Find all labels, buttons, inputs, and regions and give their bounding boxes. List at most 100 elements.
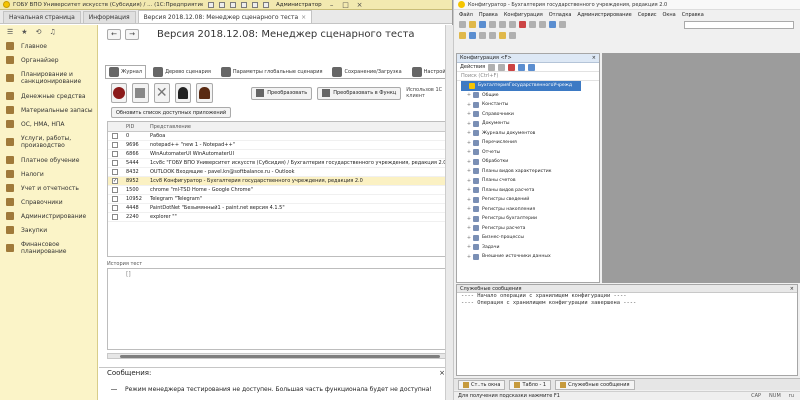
calc-icon[interactable] [252, 1, 258, 8]
tree-item[interactable]: + Общие [457, 91, 599, 101]
expand-icon[interactable]: + [465, 206, 473, 212]
menu-debug[interactable]: Отладка [549, 12, 572, 18]
user-button[interactable] [174, 83, 192, 103]
convert-button[interactable]: Преобразовать [251, 86, 313, 100]
tree-item[interactable]: + Константы [457, 100, 599, 110]
tree-search-input[interactable]: Поиск (Ctrl+F) [457, 72, 599, 81]
row-checkbox[interactable] [112, 151, 118, 157]
syntax-check-icon[interactable] [509, 32, 516, 39]
expand-icon[interactable]: + [465, 111, 473, 117]
run-debug-icon[interactable] [489, 32, 496, 39]
forward-button[interactable]: → [125, 28, 139, 40]
run-enterprise-icon[interactable] [499, 32, 506, 39]
expand-icon[interactable]: + [465, 235, 473, 241]
menu-icon[interactable]: ☰ [7, 28, 13, 36]
save-icon[interactable] [479, 21, 486, 28]
sidebar-item-money[interactable]: Денежные средства [0, 89, 97, 103]
tab-test-manager[interactable]: Версия 2018.12.08: Менеджер сценарного т… [137, 10, 313, 23]
column-header-pid[interactable]: PID [122, 124, 150, 130]
message-item[interactable]: Режим менеджера тестирования не доступен… [107, 383, 451, 395]
horizontal-scrollbar[interactable] [107, 353, 451, 359]
tab-scenario-tree[interactable]: Дерево сценария [150, 65, 214, 78]
tab-board[interactable]: Табло - 1 [509, 379, 552, 390]
tree-item[interactable]: + Планы видов расчета [457, 186, 599, 196]
bell-icon[interactable]: ♫ [49, 28, 55, 36]
favorites-icon[interactable] [241, 1, 247, 8]
sidebar-item-admin[interactable]: Администрирование [0, 209, 97, 223]
tree-item[interactable]: + Перечисления [457, 138, 599, 148]
sidebar-item-taxes[interactable]: Налоги [0, 167, 97, 181]
expand-icon[interactable]: + [465, 225, 473, 231]
row-checkbox[interactable] [112, 196, 118, 202]
convert-to-function-button[interactable]: Преобразовать в Функц [317, 86, 402, 100]
cut-icon[interactable] [489, 21, 496, 28]
table-row[interactable]: 10952 Telegram "Telegram" [108, 195, 450, 204]
sidebar-item-stock[interactable]: Материальные запасы [0, 103, 97, 117]
expand-icon[interactable]: + [465, 130, 473, 136]
delete-icon[interactable] [519, 21, 526, 28]
open-icon[interactable] [469, 21, 476, 28]
new-icon[interactable] [459, 21, 466, 28]
sidebar-item-services[interactable]: Услуги, работы, производство [0, 131, 97, 153]
star-icon[interactable]: ★ [21, 28, 27, 36]
copy-icon[interactable] [499, 21, 506, 28]
refresh-apps-button[interactable]: Обновить список доступных приложений [111, 107, 232, 118]
tree-root-item[interactable]: − БухгалтерияГосударственногоУчрежд [461, 81, 581, 91]
scrollbar-thumb[interactable] [120, 355, 440, 358]
tree-item[interactable]: + Регистры бухгалтерии [457, 214, 599, 224]
close-icon[interactable]: × [356, 1, 364, 9]
collapse-icon[interactable]: − [461, 83, 469, 89]
config-open-icon[interactable] [459, 32, 466, 39]
expand-icon[interactable]: + [465, 102, 473, 108]
expand-icon[interactable]: + [465, 178, 473, 184]
sidebar-item-finplan[interactable]: Финансовое планирование [0, 237, 97, 259]
tab-save-load[interactable]: Сохранение/Загрузка [329, 65, 404, 78]
tree-item[interactable]: + Регистры сведений [457, 195, 599, 205]
tree-item[interactable]: + Задачи [457, 243, 599, 253]
table-row[interactable]: 5444 1cv8c "ГОБУ ВПО Университет искусств… [108, 159, 450, 168]
tab-settings[interactable]: Настрой [409, 65, 449, 78]
redo-icon[interactable] [539, 21, 546, 28]
tab-global-params[interactable]: Параметры глобальные сценария [218, 65, 326, 78]
add-icon[interactable] [488, 63, 496, 71]
menu-file[interactable]: Файл [459, 12, 473, 18]
undo-icon[interactable] [529, 21, 536, 28]
save-icon[interactable] [208, 1, 214, 8]
expand-icon[interactable]: + [465, 159, 473, 165]
expand-icon[interactable]: + [465, 140, 473, 146]
download-button[interactable] [132, 83, 149, 103]
row-checkbox[interactable]: ✓ [112, 178, 118, 184]
row-checkbox[interactable] [112, 160, 118, 166]
sidebar-item-organizer[interactable]: Органайзер [0, 53, 97, 67]
tree-item[interactable]: + Обработки [457, 157, 599, 167]
menu-help[interactable]: Справка [682, 12, 704, 18]
tab-info[interactable]: Информация [82, 11, 136, 23]
config-compare-icon[interactable] [479, 32, 486, 39]
calendar-icon[interactable] [263, 1, 269, 8]
tree-item[interactable]: + Планы видов характеристик [457, 167, 599, 177]
sidebar-item-education[interactable]: Платное обучение [0, 153, 97, 167]
sidebar-item-main[interactable]: Главное [0, 39, 97, 53]
tab-journal[interactable]: Журнал [105, 65, 147, 78]
table-row[interactable]: 2240 explorer "" [108, 213, 450, 222]
row-checkbox[interactable] [112, 142, 118, 148]
edit-icon[interactable] [498, 63, 506, 71]
minimize-icon[interactable]: – [328, 1, 336, 9]
find-icon[interactable] [549, 21, 556, 28]
back-button[interactable]: ← [107, 28, 121, 40]
row-checkbox[interactable] [112, 133, 118, 139]
history-icon[interactable] [230, 1, 236, 8]
close-tab-icon[interactable]: × [301, 14, 306, 21]
tree-item[interactable]: + Документы [457, 119, 599, 129]
row-checkbox[interactable] [112, 169, 118, 175]
sidebar-item-catalogs[interactable]: Справочники [0, 195, 97, 209]
tree-item[interactable]: + Регистры накопления [457, 205, 599, 215]
search-input[interactable] [684, 20, 794, 29]
tree-item[interactable]: + Бизнес-процессы [457, 233, 599, 243]
actions-menu[interactable]: Действия [460, 64, 485, 70]
sidebar-item-purchases[interactable]: Закупки [0, 223, 97, 237]
sidebar-item-assets[interactable]: ОС, НМА, НПА [0, 117, 97, 131]
table-row[interactable]: 4448 PaintDotNet "Безымянный1 - paint.net… [108, 204, 450, 213]
tree-item[interactable]: + Регистры расчета [457, 224, 599, 234]
menu-edit[interactable]: Правка [479, 12, 498, 18]
